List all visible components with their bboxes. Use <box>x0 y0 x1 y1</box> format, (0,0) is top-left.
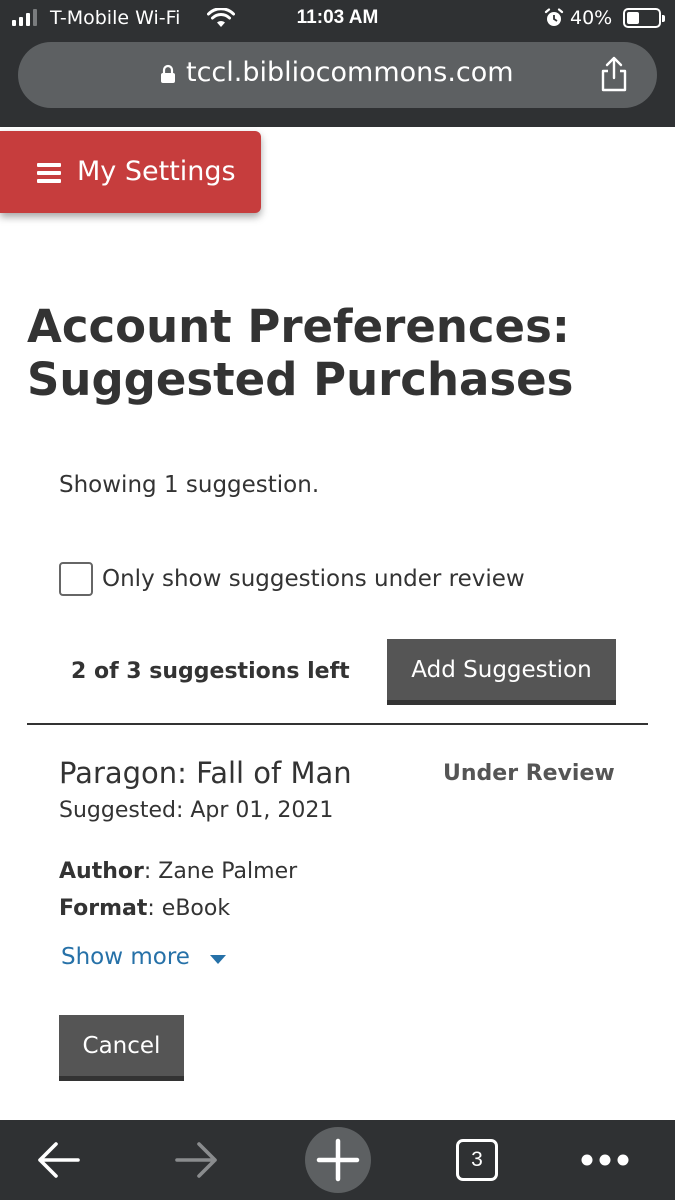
page-title: Account Preferences: Suggested Purchases <box>27 300 574 406</box>
more-icon[interactable] <box>580 1153 630 1167</box>
author-value: Zane Palmer <box>158 859 298 884</box>
under-review-checkbox[interactable] <box>59 562 93 596</box>
suggestion-title: Paragon: Fall of Man <box>59 756 352 790</box>
divider <box>27 723 648 725</box>
hamburger-icon <box>37 163 61 183</box>
share-icon[interactable] <box>599 56 629 92</box>
cancel-button[interactable]: Cancel <box>59 1015 184 1081</box>
browser-top-chrome: T-Mobile Wi-Fi 11:03 AM 40% tccl.biblioc… <box>0 0 675 127</box>
author-label: Author <box>59 859 144 884</box>
lock-icon <box>161 64 175 83</box>
forward-arrow-icon[interactable] <box>173 1140 221 1180</box>
new-tab-icon[interactable] <box>305 1127 371 1193</box>
browser-toolbar: 3 <box>0 1120 675 1200</box>
chevron-down-icon[interactable] <box>210 955 226 964</box>
battery-icon <box>623 8 665 28</box>
my-settings-label: My Settings <box>77 156 236 187</box>
result-count: Showing 1 suggestion. <box>59 472 320 498</box>
show-more-link[interactable]: Show more <box>61 944 190 970</box>
tabs-icon[interactable]: 3 <box>456 1139 498 1181</box>
suggestions-left: 2 of 3 suggestions left <box>71 659 350 684</box>
url-text[interactable]: tccl.bibliocommons.com <box>186 57 514 88</box>
under-review-label[interactable]: Only show suggestions under review <box>102 566 525 592</box>
status-bar: T-Mobile Wi-Fi 11:03 AM 40% <box>0 0 675 38</box>
my-settings-button[interactable]: My Settings <box>0 131 261 213</box>
author-row: Author: Zane Palmer <box>59 859 298 884</box>
format-value: eBook <box>161 896 231 921</box>
back-arrow-icon[interactable] <box>34 1140 82 1180</box>
battery-percent: 40% <box>570 7 613 29</box>
url-bar[interactable]: tccl.bibliocommons.com <box>18 42 657 108</box>
add-suggestion-button[interactable]: Add Suggestion <box>387 639 616 705</box>
alarm-icon <box>544 8 564 26</box>
suggested-date: Suggested: Apr 01, 2021 <box>59 798 334 823</box>
format-label: Format <box>59 896 148 921</box>
status-badge: Under Review <box>443 761 615 786</box>
format-row: Format: eBook <box>59 896 231 921</box>
